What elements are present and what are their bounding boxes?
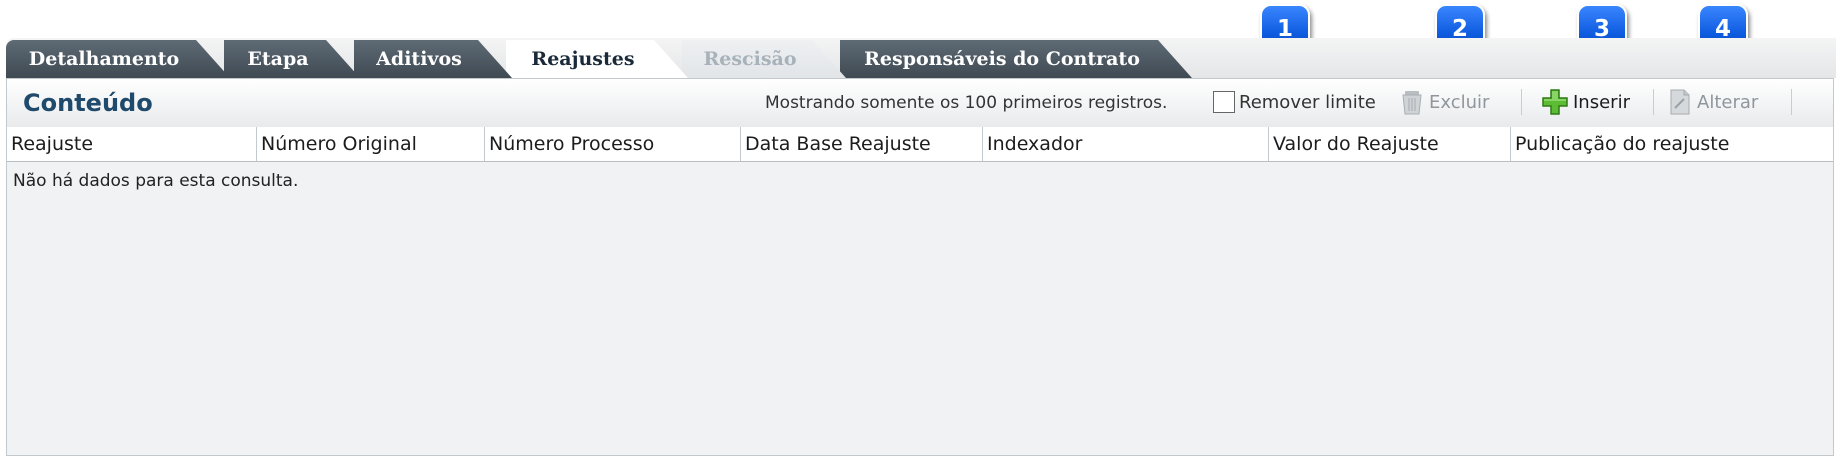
toolbar-separator — [1653, 89, 1654, 115]
toolbar-separator — [1521, 89, 1522, 115]
empty-table-message: Não há dados para esta consulta. — [13, 171, 299, 191]
trash-icon — [1402, 91, 1422, 115]
remove-limit-label[interactable]: Remover limite — [1239, 92, 1376, 113]
column-header-valor-do-reajuste[interactable]: Valor do Reajuste — [1269, 127, 1511, 161]
panel-toolbar: Conteúdo Mostrando somente os 100 primei… — [7, 79, 1833, 128]
insert-button-label: Inserir — [1573, 91, 1630, 113]
tab-etapa[interactable]: Etapa — [224, 40, 360, 78]
column-header-indexador[interactable]: Indexador — [983, 127, 1269, 161]
tab-aditivos[interactable]: Aditivos — [354, 40, 512, 78]
content-panel: Conteúdo Mostrando somente os 100 primei… — [6, 78, 1834, 456]
tab-rescisao: Rescisão — [682, 40, 846, 78]
column-header-publicacao-do-reajuste[interactable]: Publicação do reajuste — [1511, 127, 1833, 161]
column-header-data-base-reajuste[interactable]: Data Base Reajuste — [741, 127, 983, 161]
table-header: Reajuste Número Original Número Processo… — [7, 127, 1833, 162]
column-header-numero-processo[interactable]: Número Processo — [485, 127, 741, 161]
column-header-numero-original[interactable]: Número Original — [257, 127, 485, 161]
tab-bar: Detalhamento Etapa Aditivos Reajustes Re… — [6, 38, 1836, 78]
plus-icon — [1542, 89, 1568, 115]
panel-title: Conteúdo — [23, 89, 153, 117]
edit-document-icon — [1670, 89, 1690, 115]
edit-button-label: Alterar — [1697, 91, 1759, 113]
tab-detalhamento[interactable]: Detalhamento — [6, 40, 230, 78]
records-limit-info: Mostrando somente os 100 primeiros regis… — [765, 93, 1168, 113]
tab-reajustes[interactable]: Reajustes — [506, 40, 688, 78]
toolbar-separator — [1791, 89, 1792, 115]
remove-limit-checkbox[interactable] — [1213, 91, 1235, 113]
insert-button[interactable]: Inserir — [1541, 87, 1630, 117]
column-header-reajuste[interactable]: Reajuste — [7, 127, 257, 161]
tab-responsaveis-do-contrato[interactable]: Responsáveis do Contrato — [840, 40, 1192, 78]
delete-button-label: Excluir — [1429, 91, 1490, 113]
delete-button: Excluir — [1399, 87, 1489, 117]
edit-button: Alterar — [1667, 87, 1758, 117]
